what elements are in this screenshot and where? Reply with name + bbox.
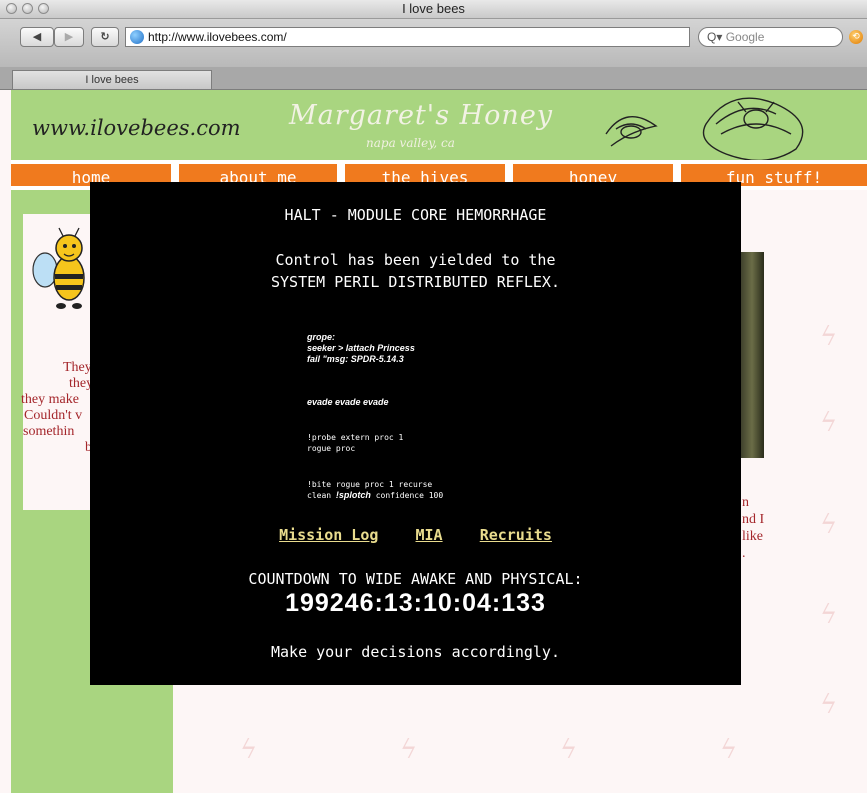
right-line: like [742,529,763,544]
back-arrow-icon: ◀ [32,30,42,43]
system-overlay: HALT - MODULE CORE HEMORRHAGE Control ha… [90,182,741,685]
globe-icon [130,30,144,44]
window-title: I love bees [402,1,465,16]
browser-toolbar: ◀ ▶ ↻ http://www.ilovebees.com/ Q▾ Googl… [0,19,867,68]
window-titlebar: I love bees [0,0,867,19]
evade-line: evade evade evade [307,397,389,407]
splotch-word: !splotch [335,490,371,500]
reload-icon: ↻ [100,30,110,43]
site-header: www.ilovebees.com Margaret's Honey napa … [11,90,867,160]
mia-link[interactable]: MIA [416,526,443,544]
snapback-icon[interactable]: ⟲ [849,30,863,44]
probe-block: !probe extern proc 1 rogue proc [307,432,403,454]
back-button[interactable]: ◀ [20,27,54,47]
grope-line: grope: [307,332,335,342]
control-line: SYSTEM PERIL DISTRIBUTED REFLEX. [271,273,560,291]
overlay-links: Mission Log MIA Recruits [90,525,741,544]
bee-watermark-icon: ϟ [240,735,258,765]
bite-block: !bite rogue proc 1 recurse clean !splotc… [307,479,443,501]
site-brand-subtitle: napa valley, ca [366,136,455,150]
forward-button[interactable]: ▶ [54,27,84,47]
tab-i-love-bees[interactable]: I love bees [12,70,212,89]
clean-line: clean !splotch confidence 100 [307,490,443,501]
clean-suffix: confidence 100 [370,491,444,500]
clean-prefix: clean [307,491,336,500]
right-line: nd I [742,512,765,527]
forward-arrow-icon: ▶ [64,30,74,43]
control-line: Control has been yielded to the [275,251,556,269]
grope-line: seeker > lattach Princess [307,343,415,353]
bee-sketch-icon [605,97,804,160]
search-input[interactable]: Q▾ Google [698,27,843,47]
grope-line: fail "msg: SPDR-5.14.3 [307,354,404,364]
countdown-label: COUNTDOWN TO WIDE AWAKE AND PHYSICAL: [248,570,583,588]
reload-button[interactable]: ↻ [91,27,119,47]
countdown-value: 199246:13:10:04:133 [285,589,546,617]
search-icon: Q▾ [707,30,723,44]
site-url-text: www.ilovebees.com [32,116,241,140]
bee-watermark-icon: ϟ [400,735,418,765]
bite-line: !bite rogue proc 1 recurse [307,480,433,489]
decisions-message: Make your decisions accordingly. [271,643,560,661]
grope-block: grope: seeker > lattach Princess fail "m… [307,332,415,365]
bee-watermark-icon: ϟ [820,600,838,630]
bee-watermark-icon: ϟ [820,510,838,540]
mission-log-link[interactable]: Mission Log [279,526,378,544]
hive-photo [740,252,764,458]
bee-watermark-icon: ϟ [820,408,838,438]
probe-line: !probe extern proc 1 [307,433,404,442]
bee-watermark-icon: ϟ [720,735,738,765]
address-bar-url: http://www.ilovebees.com/ [148,30,287,44]
tab-bar: I love bees [0,67,867,90]
bee-watermark-icon: ϟ [560,735,578,765]
right-line: . [742,546,746,561]
control-message: Control has been yielded to the SYSTEM P… [90,249,741,293]
probe-line: rogue proc [307,444,356,453]
halt-message: HALT - MODULE CORE HEMORRHAGE [284,206,547,224]
bee-watermark-icon: ϟ [820,690,838,720]
right-line: n [742,495,749,510]
address-bar[interactable]: http://www.ilovebees.com/ [125,27,690,47]
search-placeholder: Google [725,30,765,44]
bee-watermark-icon: ϟ [820,322,838,352]
recruits-link[interactable]: Recruits [480,526,552,544]
right-column-text: n nd I like . [742,494,764,562]
site-brand: Margaret's Honey [289,100,554,131]
